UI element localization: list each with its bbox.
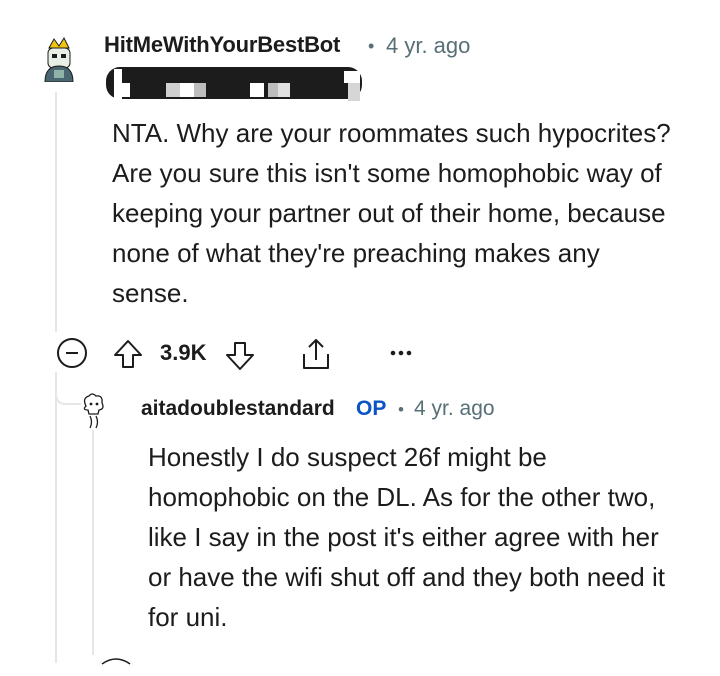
op-badge: OP (356, 397, 387, 420)
redacted-user-flair (106, 67, 362, 101)
next-comment-avatar-partial (101, 658, 131, 665)
reply-timestamp[interactable]: 4 yr. ago (414, 397, 495, 421)
comment-body: NTA. Why are your roommates such hypocri… (112, 118, 671, 308)
meta-separator: • (398, 400, 404, 419)
vote-score: 3.9K (160, 340, 207, 365)
user-avatar[interactable] (78, 392, 108, 430)
comment-username[interactable]: HitMeWithYourBestBot (104, 32, 340, 58)
user-avatar[interactable] (40, 36, 78, 82)
meta-separator: • (368, 36, 375, 56)
reply-username[interactable]: aitadoublestandard (141, 397, 335, 421)
thread-line-reply[interactable] (92, 430, 94, 655)
share-icon[interactable] (298, 336, 334, 372)
reply-body: Honestly I do suspect 26f might be homop… (148, 442, 665, 632)
thread-line-parent[interactable] (55, 372, 57, 663)
thread-line-comment[interactable] (55, 92, 57, 332)
collapse-icon[interactable] (57, 338, 87, 368)
upvote-icon[interactable] (112, 338, 144, 370)
more-options-icon[interactable] (388, 340, 414, 366)
comment-timestamp[interactable]: 4 yr. ago (386, 33, 470, 59)
downvote-icon[interactable] (224, 340, 256, 372)
